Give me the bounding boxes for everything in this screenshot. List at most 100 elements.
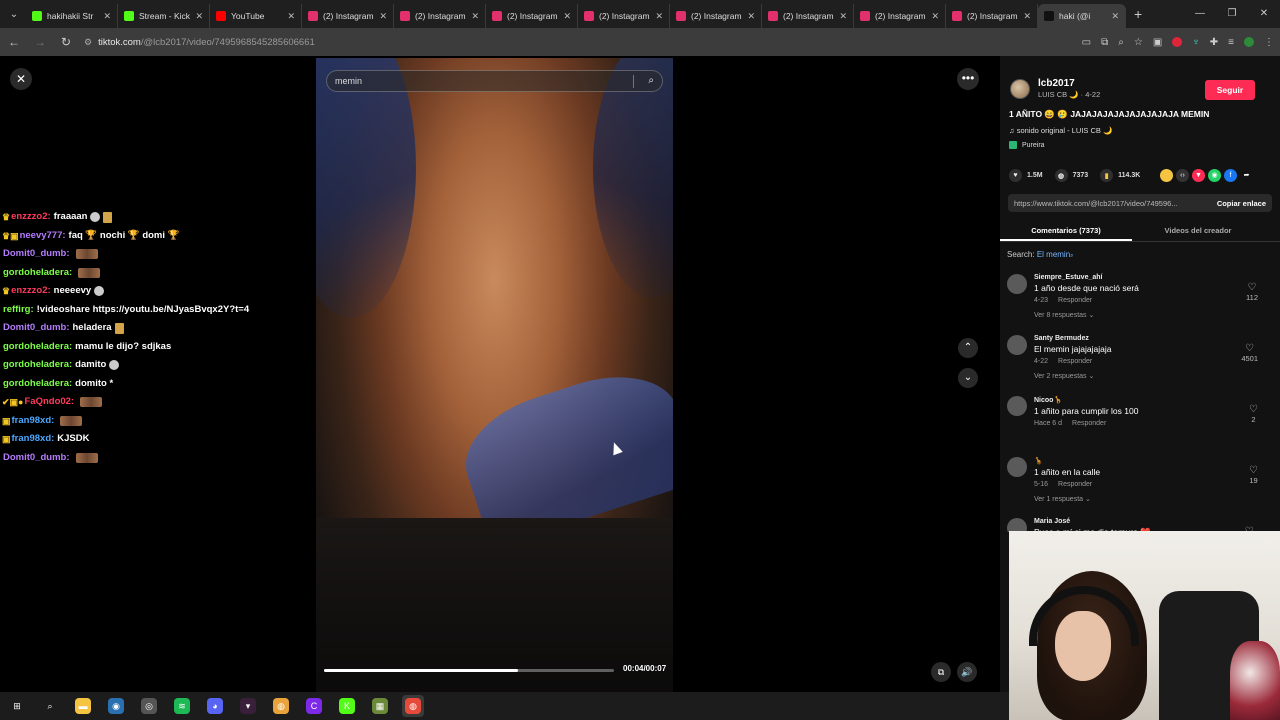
comment-search-suggestion[interactable]: Search: El memin⌕ (1007, 250, 1074, 260)
previous-video-icon[interactable]: ⌃ (958, 338, 978, 358)
tab-groups-icon[interactable]: ≡ (1228, 37, 1234, 48)
tab-comments[interactable]: Comentarios (7373) (1000, 220, 1132, 241)
comment-username[interactable]: Santy Bermudez (1034, 335, 1280, 342)
tab-close-icon[interactable]: ✕ (931, 11, 939, 22)
extension-icon[interactable]: ▣ (1153, 37, 1162, 48)
browser-tab[interactable]: (2) Instagram ✕ (762, 4, 854, 28)
comment-like-button[interactable]: ♡ 112 (1246, 282, 1258, 302)
tab-close-icon[interactable]: ✕ (563, 11, 571, 22)
minecraft-icon[interactable]: ▦ (369, 695, 391, 717)
next-video-icon[interactable]: ⌄ (958, 368, 978, 388)
comment-username[interactable]: 🦒 (1034, 457, 1280, 465)
restore-icon[interactable]: ❐ (1216, 0, 1248, 28)
video-progress-bar[interactable] (324, 669, 614, 672)
url-field[interactable]: ⚙ tiktok.com/@lcb2017/video/749596854528… (84, 31, 984, 53)
new-tab-button[interactable]: + (1134, 6, 1142, 22)
kick-icon[interactable]: K (336, 695, 358, 717)
tab-close-icon[interactable]: ✕ (379, 11, 387, 22)
chat-username[interactable]: gordoheladera: (3, 375, 72, 394)
share-arrow-icon[interactable]: ➦ (1240, 169, 1253, 182)
tab-close-icon[interactable]: ✕ (839, 11, 847, 22)
browser-tab[interactable]: (2) Instagram ✕ (486, 4, 578, 28)
close-window-icon[interactable]: ✕ (1248, 0, 1280, 28)
chat-username[interactable]: Domit0_dumb: (3, 319, 70, 338)
extension-icon[interactable]: ♆ (1192, 37, 1200, 48)
reply-button[interactable]: Responder (1058, 481, 1092, 488)
tab-close-icon[interactable]: ✕ (655, 11, 663, 22)
tab-close-icon[interactable]: ✕ (1023, 11, 1031, 22)
avatar[interactable] (1007, 457, 1027, 477)
translate-icon[interactable]: ⧉ (1101, 37, 1108, 48)
tab-close-icon[interactable]: ✕ (747, 11, 755, 22)
view-replies-button[interactable]: Ver 1 respuesta ⌄ (1034, 495, 1280, 503)
follow-button[interactable]: Seguir (1205, 80, 1255, 100)
browser-tab[interactable]: (2) Instagram ✕ (946, 4, 1038, 28)
cast-icon[interactable]: ▭ (1082, 37, 1091, 48)
copy-link-button[interactable]: Copiar enlace (1217, 199, 1266, 208)
view-replies-button[interactable]: Ver 8 respuestas ⌄ (1034, 311, 1280, 319)
chat-username[interactable]: fran98xd: (12, 430, 55, 449)
comment-username[interactable]: Nicoo🦒 (1034, 396, 1280, 404)
facebook-icon[interactable]: f (1224, 169, 1237, 182)
chat-username[interactable]: FaQndo02: (24, 393, 74, 412)
volume-icon[interactable]: 🔊 (957, 662, 977, 682)
view-replies-button[interactable]: Ver 2 respuestas ⌄ (1034, 372, 1280, 380)
video-search-input[interactable]: memin ⌕ (326, 70, 663, 92)
chat-username[interactable]: neevy777: (20, 227, 66, 246)
menu-icon[interactable]: ⋮ (1264, 37, 1274, 48)
comment-username[interactable]: Siempre_Estuve_ahí (1034, 274, 1280, 281)
author-name[interactable]: lcb2017 (1038, 78, 1100, 89)
whatsapp-icon[interactable]: ◉ (1208, 169, 1221, 182)
reply-button[interactable]: Responder (1072, 420, 1106, 427)
browser-tab[interactable]: Stream - Kick ✕ (118, 4, 210, 28)
browser-tab[interactable]: (2) Instagram ✕ (854, 4, 946, 28)
browser-tab[interactable]: haki (@i ✕ (1038, 4, 1126, 28)
tab-search-dropdown-icon[interactable]: ⌄ (2, 3, 26, 25)
comment-like-button[interactable]: ♡ 19 (1249, 465, 1258, 485)
tab-close-icon[interactable]: ✕ (471, 11, 479, 22)
steam-icon[interactable]: ◉ (105, 695, 127, 717)
site-info-icon[interactable]: ⚙ (84, 37, 92, 48)
bookmark-star-icon[interactable]: ☆ (1134, 37, 1143, 48)
comment-like-button[interactable]: ♡ 2 (1249, 404, 1258, 424)
like-button[interactable]: ♥ 1.5M (1009, 169, 1043, 182)
browser-tab[interactable]: (2) Instagram ✕ (670, 4, 762, 28)
app-dark-icon[interactable]: ▾ (237, 695, 259, 717)
coin-icon[interactable] (1160, 169, 1173, 182)
tab-close-icon[interactable]: ✕ (103, 11, 111, 22)
comment-like-button[interactable]: ♡ 4501 (1241, 343, 1258, 363)
effect-link[interactable]: Pureira (1009, 141, 1045, 149)
chat-username[interactable]: enzzzo2: (11, 282, 51, 301)
minimize-icon[interactable]: — (1184, 0, 1216, 28)
spotify-icon[interactable]: ≋ (171, 695, 193, 717)
browser-tab[interactable]: (2) Instagram ✕ (394, 4, 486, 28)
save-button[interactable]: ▮ 114.3K (1100, 169, 1140, 182)
discord-icon[interactable]: ◕ (204, 695, 226, 717)
chat-username[interactable]: gordoheladera: (3, 356, 72, 375)
reply-button[interactable]: Responder (1058, 297, 1092, 304)
reload-icon[interactable]: ↻ (54, 35, 78, 49)
sound-link[interactable]: ♫ sonido original - LUIS CB 🌙 (1009, 126, 1112, 135)
avatar[interactable] (1007, 335, 1027, 355)
browser-tab[interactable]: (2) Instagram ✕ (578, 4, 670, 28)
chat-username[interactable]: enzzzo2: (11, 208, 51, 227)
canva-icon[interactable]: C (303, 695, 325, 717)
author-info[interactable]: lcb2017 LUIS CB 🌙 · 4-22 (1010, 78, 1100, 99)
zoom-icon[interactable]: ⌕ (1118, 37, 1124, 48)
profile-avatar[interactable] (1244, 37, 1254, 47)
comment-username[interactable]: Maria José (1034, 518, 1280, 525)
avatar[interactable] (1010, 78, 1030, 99)
chrome-active-icon[interactable]: ◍ (402, 695, 424, 717)
avatar[interactable] (1007, 274, 1027, 294)
record-extension-icon[interactable] (1172, 37, 1183, 47)
avatar[interactable] (1007, 396, 1027, 416)
comment-button[interactable]: ◍ 7373 (1054, 169, 1088, 182)
tab-close-icon[interactable]: ✕ (287, 11, 295, 22)
search-icon[interactable]: ⌕ (39, 695, 61, 717)
repost-icon[interactable]: ▼ (1192, 169, 1205, 182)
chat-username[interactable]: gordoheladera: (3, 264, 72, 283)
chat-username[interactable]: Domit0_dumb: (3, 449, 70, 468)
browser-tab[interactable]: hakihakii Str ✕ (26, 4, 118, 28)
chrome-icon[interactable]: ◍ (270, 695, 292, 717)
video-player[interactable]: memin ⌕ 00:04/00:07 (316, 58, 673, 692)
